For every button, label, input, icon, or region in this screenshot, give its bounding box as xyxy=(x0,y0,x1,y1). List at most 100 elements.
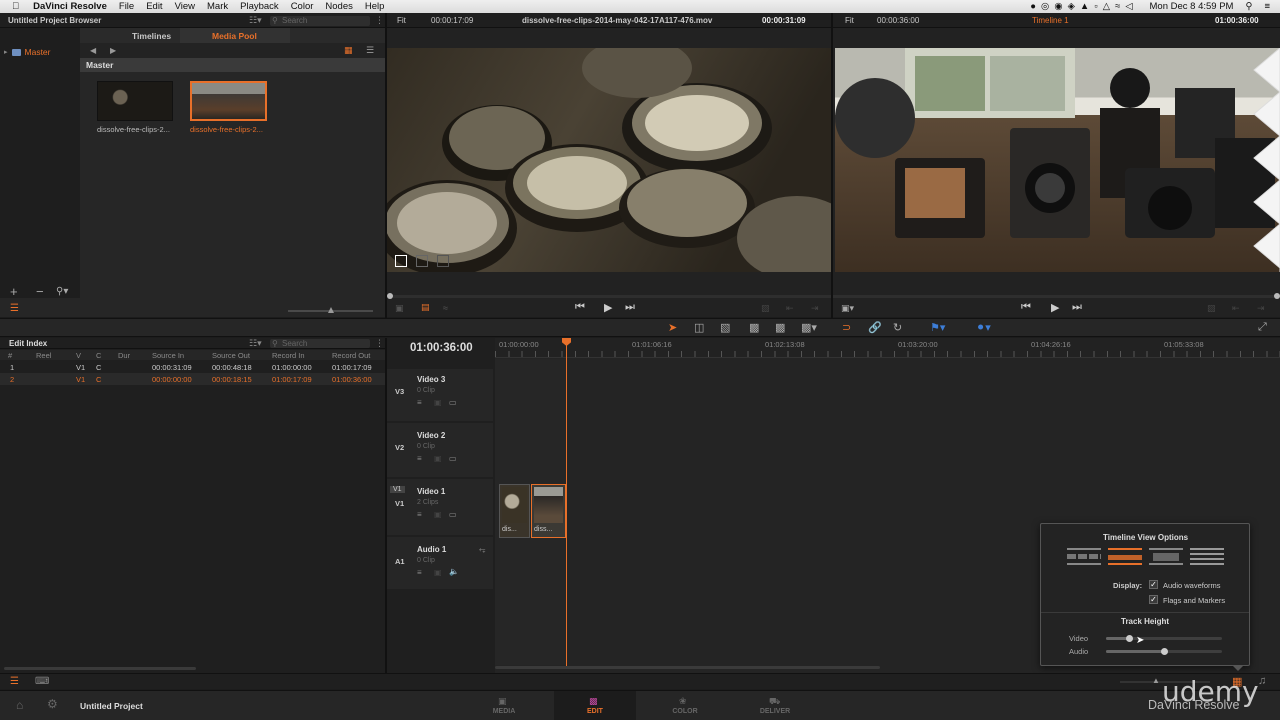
lock-icon[interactable]: ▣ xyxy=(434,454,442,463)
link-icon[interactable]: 🔗 xyxy=(868,321,882,334)
track-settings-icon[interactable]: ≡ xyxy=(417,398,422,407)
page-media-button[interactable]: ▣ MEDIA xyxy=(477,691,531,720)
menu-help[interactable]: Help xyxy=(359,0,391,13)
timeline-viewer-playhead[interactable] xyxy=(1274,293,1280,299)
back-arrow-icon[interactable]: ◀ xyxy=(90,46,96,55)
browser-search-input[interactable]: ⚲ Search xyxy=(270,16,370,26)
edit-index-toggle-icon[interactable]: ☰ xyxy=(10,676,19,687)
menu-app[interactable]: DaVinci Resolve xyxy=(27,0,113,13)
page-color-button[interactable]: ❀ COLOR xyxy=(658,691,712,720)
view-option-single-stack[interactable] xyxy=(1108,548,1142,565)
zoom-slider-thumb[interactable]: ▲ xyxy=(1152,676,1160,685)
table-row[interactable]: 1 V1 C 00:00:31:09 00:00:48:18 01:00:00:… xyxy=(0,361,385,373)
apple-icon[interactable]:  xyxy=(0,0,27,13)
add-folder-icon[interactable]: + xyxy=(10,284,18,299)
track-settings-icon[interactable]: ≡ xyxy=(417,568,422,577)
lock-icon[interactable]: ▣ xyxy=(434,568,442,577)
audio-waveforms-checkbox[interactable]: ✓ xyxy=(1149,580,1158,589)
clip-thumbnail-1[interactable] xyxy=(97,81,173,121)
audio-height-thumb[interactable] xyxy=(1161,648,1168,655)
thumb-zoom-slider[interactable] xyxy=(288,307,373,313)
edit-index-search-input[interactable]: ⚲ Search xyxy=(270,339,370,348)
panel-list-icon[interactable]: ☰ xyxy=(10,303,19,314)
audio-meter-icon[interactable]: ♫ xyxy=(1258,675,1266,687)
col-c[interactable]: C xyxy=(96,351,101,360)
track-link-icon[interactable]: ⥆ xyxy=(479,545,485,555)
monitor-icon[interactable]: ▭ xyxy=(449,398,457,407)
clip-thumbnail-2[interactable] xyxy=(190,81,267,121)
lock-icon[interactable]: ▣ xyxy=(434,510,442,519)
speaker-icon[interactable]: 🔈 xyxy=(449,567,459,576)
zoom-icon[interactable]: ⚲▾ xyxy=(56,286,68,297)
view-option-filmstrip[interactable] xyxy=(1067,548,1101,565)
list-view-icon[interactable]: ☰ xyxy=(366,45,374,56)
insert-icon[interactable]: ▨ xyxy=(761,303,770,314)
track-header-v1[interactable]: V1 V1 Video 1 2 Clips ≡ ▣ ▭ xyxy=(387,479,493,535)
timeline-viewer-scrubber[interactable] xyxy=(833,293,1280,299)
slider-thumb[interactable] xyxy=(328,307,334,313)
settings-gear-icon[interactable]: ⚙ xyxy=(47,697,58,711)
next-icon[interactable]: ⏭ xyxy=(625,301,635,314)
monitor-icon[interactable]: ▭ xyxy=(449,510,457,519)
monitor-icon[interactable]: ▭ xyxy=(449,454,457,463)
tab-timelines[interactable]: Timelines xyxy=(132,31,171,41)
snapping-icon[interactable]: ⊃ xyxy=(842,321,851,334)
overwrite-clip-icon[interactable]: ▩ xyxy=(775,321,785,334)
remove-folder-icon[interactable]: − xyxy=(36,284,44,299)
home-icon[interactable]: ⌂ xyxy=(16,698,23,712)
source-patch-v1[interactable]: V1 xyxy=(390,486,405,493)
source-scrubber[interactable] xyxy=(387,293,831,299)
video-height-thumb[interactable] xyxy=(1126,635,1134,642)
track-header-a1[interactable]: A1 Audio 1 ⥆ 0 Clip ≡ ▣ 🔈 xyxy=(387,537,493,589)
edit-index-options-icon[interactable]: ⋮ xyxy=(375,338,384,349)
prev-icon[interactable]: ⏮ xyxy=(575,301,585,314)
timeline-scrollbar[interactable] xyxy=(495,666,880,669)
source-playhead[interactable] xyxy=(387,293,393,299)
forward-arrow-icon[interactable]: ▶ xyxy=(110,46,116,55)
edit-index-scrollbar[interactable] xyxy=(4,667,196,670)
replace-clip-icon[interactable]: ▩▾ xyxy=(801,321,817,334)
play-icon[interactable]: ▶ xyxy=(604,301,612,314)
filmstrip-icon[interactable]: ▤ xyxy=(421,302,430,313)
table-row[interactable]: 2 V1 C 00:00:00:00 00:00:18:15 01:00:17:… xyxy=(0,373,385,385)
list-icon[interactable]: ≡ xyxy=(1258,0,1280,13)
source-fit[interactable]: Fit xyxy=(397,16,406,25)
menu-mark[interactable]: Mark xyxy=(201,0,234,13)
spotlight-icon[interactable]: ⚲ xyxy=(1239,0,1258,13)
play-icon[interactable]: ▶ xyxy=(1051,301,1059,314)
col-v[interactable]: V xyxy=(76,351,81,360)
col-reel[interactable]: Reel xyxy=(36,351,51,360)
blade-tool-icon[interactable]: ▧ xyxy=(720,321,730,334)
browser-view-dropdown[interactable]: ☷▾ xyxy=(249,15,262,26)
col-dur[interactable]: Dur xyxy=(118,351,130,360)
mark-in-icon[interactable]: ⇤ xyxy=(1232,303,1240,314)
mark-out-icon[interactable]: ⇥ xyxy=(811,303,819,314)
audio-icon[interactable]: ≈ xyxy=(443,303,448,313)
track-settings-icon[interactable]: ≡ xyxy=(417,510,422,519)
select-tool-icon[interactable]: ➤ xyxy=(668,321,677,334)
lock-icon[interactable]: ▣ xyxy=(434,398,442,407)
audio-height-slider[interactable] xyxy=(1106,648,1222,655)
col-record-in[interactable]: Record In xyxy=(272,351,305,360)
menu-nodes[interactable]: Nodes xyxy=(319,0,358,13)
fullscreen-timeline-icon[interactable]: ⤢ xyxy=(1258,321,1267,334)
browser-options-icon[interactable]: ⋮ xyxy=(375,15,384,26)
mark-in-icon[interactable]: ⇤ xyxy=(786,303,794,314)
insert-icon[interactable]: ▨ xyxy=(1207,303,1216,314)
track-settings-icon[interactable]: ≡ xyxy=(417,454,422,463)
clip-v1-1[interactable]: dis... xyxy=(499,484,530,538)
menu-color[interactable]: Color xyxy=(285,0,320,13)
video-height-slider[interactable] xyxy=(1106,635,1222,642)
view-option-line[interactable] xyxy=(1190,548,1224,565)
menu-view[interactable]: View xyxy=(169,0,201,13)
menu-playback[interactable]: Playback xyxy=(234,0,285,13)
marker-box-2[interactable] xyxy=(416,255,428,267)
grid-view-icon[interactable]: ▦ xyxy=(344,45,353,56)
col-source-in[interactable]: Source In xyxy=(152,351,184,360)
edit-index-view-dropdown[interactable]: ☷▾ xyxy=(249,338,262,349)
page-edit-button[interactable]: ▩ EDIT xyxy=(554,691,636,720)
view-option-thumbnail[interactable] xyxy=(1149,548,1183,565)
timeline-ruler[interactable]: 01:00:00:00 01:01:06:16 01:02:13:08 01:0… xyxy=(495,338,1280,358)
marker-icon[interactable]: ⚫▾ xyxy=(976,321,991,334)
insert-clip-icon[interactable]: ▩ xyxy=(749,321,759,334)
